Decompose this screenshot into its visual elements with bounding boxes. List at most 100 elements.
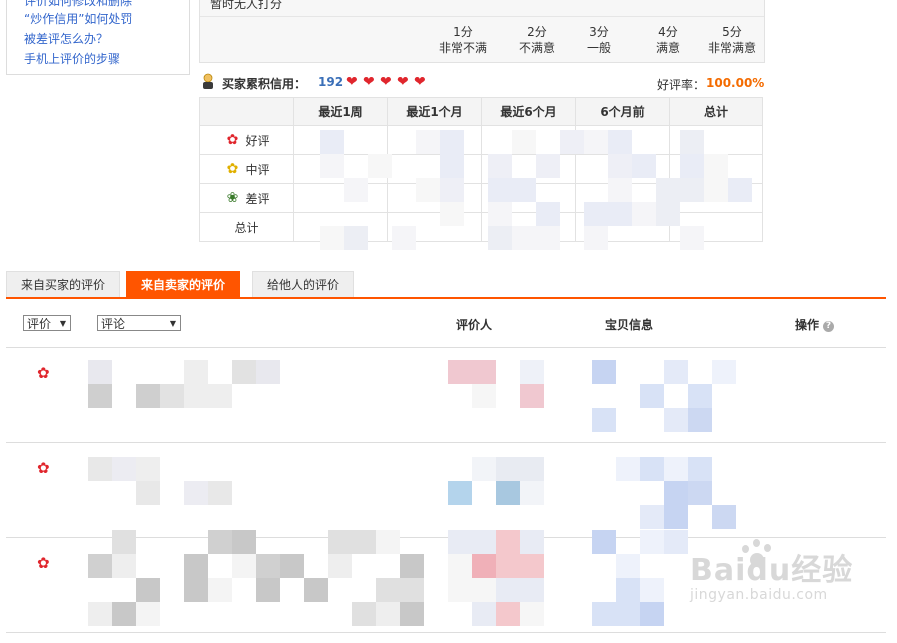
- positive-rate-value: 100.00%: [706, 76, 765, 90]
- tab-underline: [6, 297, 886, 299]
- blurred-block: [184, 554, 208, 578]
- blurred-block: [520, 530, 544, 554]
- blurred-block: [88, 554, 112, 578]
- score-desc: 一般: [586, 41, 611, 55]
- comment-filter-select[interactable]: 评论 ▼: [97, 315, 181, 331]
- chevron-down-icon: ▼: [59, 319, 66, 328]
- red-flower-icon: ✿: [37, 554, 50, 572]
- blurred-block: [680, 130, 704, 154]
- help-link-modify[interactable]: 评价如何修改和删除: [15, 0, 132, 9]
- blurred-block: [320, 226, 344, 250]
- heart-icon: ❤: [414, 74, 426, 90]
- header-month: 最近1个月: [387, 97, 482, 126]
- blurred-block: [560, 130, 584, 154]
- blurred-block: [320, 154, 344, 178]
- blurred-block: [416, 130, 440, 154]
- blurred-block: [160, 384, 184, 408]
- blurred-block: [136, 481, 160, 505]
- help-link-fake-credit[interactable]: “炒作信用”如何处罚: [15, 10, 132, 27]
- column-item-info: 宝贝信息: [605, 318, 654, 332]
- row-label: 总计: [199, 212, 294, 242]
- blurred-block: [704, 154, 728, 178]
- blurred-block: [512, 178, 536, 202]
- table-cell[interactable]: [293, 183, 388, 213]
- blurred-block: [640, 505, 664, 529]
- baidu-jingyan-watermark: Baidu经验 jingyan.baidu.com: [690, 539, 853, 603]
- buyer-credit-points[interactable]: 192: [318, 75, 343, 89]
- paw-logo-icon: [736, 539, 776, 579]
- divider: [6, 537, 886, 538]
- red-flower-icon: ✿: [226, 132, 239, 148]
- blurred-block: [688, 384, 712, 408]
- blurred-block: [136, 578, 160, 602]
- help-link-mobile-review[interactable]: 手机上评价的步骤: [15, 50, 120, 67]
- blurred-block: [520, 602, 544, 626]
- blurred-block: [280, 554, 304, 578]
- score-1: 1分 非常不满: [426, 24, 500, 56]
- blurred-block: [616, 457, 640, 481]
- help-link-negative-review[interactable]: 被差评怎么办？: [15, 30, 108, 47]
- blurred-block: [640, 457, 664, 481]
- rating-filter-select[interactable]: 评价 ▼: [23, 315, 71, 331]
- blurred-block: [608, 178, 632, 202]
- red-flower-icon: ✿: [37, 459, 50, 477]
- blurred-block: [592, 408, 616, 432]
- blurred-block: [184, 481, 208, 505]
- blurred-block: [520, 384, 544, 408]
- tab-from-sellers[interactable]: 来自卖家的评价: [126, 271, 241, 299]
- review-tabs: 来自买家的评价 来自卖家的评价 给他人的评价: [6, 268, 886, 299]
- row-label: 好评: [245, 133, 270, 148]
- blurred-block: [584, 202, 608, 226]
- red-flower-icon: ✿: [37, 364, 50, 382]
- blurred-block: [448, 481, 472, 505]
- column-action: 操作?: [795, 316, 835, 333]
- blurred-block: [512, 226, 536, 250]
- blurred-block: [208, 578, 232, 602]
- blurred-block: [232, 360, 256, 384]
- blurred-block: [664, 505, 688, 529]
- blurred-block: [112, 530, 136, 554]
- blurred-block: [512, 130, 536, 154]
- tab-given-to-others[interactable]: 给他人的评价: [252, 271, 355, 299]
- blurred-block: [536, 154, 560, 178]
- blurred-block: [136, 457, 160, 481]
- heart-icon: ❤: [346, 74, 358, 90]
- blurred-block: [520, 578, 544, 602]
- blurred-block: [256, 554, 280, 578]
- score-desc: 非常不满: [438, 41, 487, 55]
- column-action-label: 操作: [795, 318, 820, 332]
- blurred-block: [344, 226, 368, 250]
- tab-from-buyers[interactable]: 来自买家的评价: [6, 271, 121, 299]
- blurred-block: [584, 130, 608, 154]
- blurred-block: [664, 481, 688, 505]
- blurred-block: [472, 457, 496, 481]
- positive-rate-label: 好评率：: [657, 78, 706, 92]
- blurred-block: [592, 602, 616, 626]
- blurred-block: [184, 360, 208, 384]
- blurred-block: [448, 530, 472, 554]
- blurred-block: [208, 481, 232, 505]
- wilted-flower-icon: ❀: [226, 190, 239, 206]
- blurred-block: [88, 384, 112, 408]
- score-3: 3分 一般: [562, 24, 636, 56]
- no-rating-text: 暂时无人打分: [210, 0, 283, 11]
- help-icon[interactable]: ?: [823, 321, 835, 332]
- heart-icon: ❤: [380, 74, 392, 90]
- blurred-block: [608, 130, 632, 154]
- blurred-block: [592, 360, 616, 384]
- select-value: 评价: [27, 317, 52, 331]
- blurred-block: [520, 360, 544, 384]
- blurred-block: [136, 384, 160, 408]
- blurred-block: [352, 602, 376, 626]
- blurred-block: [488, 202, 512, 226]
- blurred-block: [112, 457, 136, 481]
- blurred-block: [232, 530, 256, 554]
- blurred-block: [592, 530, 616, 554]
- blurred-block: [616, 578, 640, 602]
- blurred-block: [472, 360, 496, 384]
- score-desc: 满意: [655, 41, 680, 55]
- blurred-block: [728, 178, 752, 202]
- blurred-block: [608, 154, 632, 178]
- blurred-block: [640, 602, 664, 626]
- blurred-block: [320, 130, 344, 154]
